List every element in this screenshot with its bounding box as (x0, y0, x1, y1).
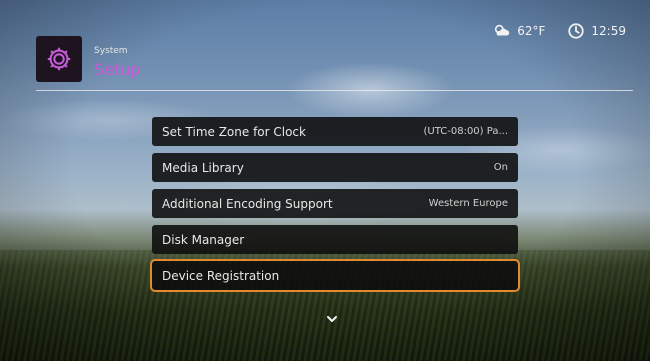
menu-item-value: Western Europe (428, 198, 508, 209)
clock-icon (568, 23, 585, 39)
menu-item-value: On (493, 162, 508, 173)
setup-menu: Set Time Zone for Clock (UTC-08:00) Pa..… (150, 117, 520, 297)
menu-item-label: Disk Manager (162, 232, 245, 247)
header-divider (36, 90, 633, 91)
temperature-text: 62°F (517, 24, 546, 38)
menu-item-label: Media Library (162, 160, 244, 175)
tv-setup-screen: System Setup 62°F 12:59 Set Time Zone fo… (0, 0, 650, 361)
gear-icon (36, 36, 82, 82)
menu-item-label: Device Registration (162, 268, 280, 283)
menu-item-media-library[interactable]: Media Library On (152, 153, 518, 182)
time-text: 12:59 (591, 24, 626, 38)
cloud-sun-icon (495, 24, 510, 36)
menu-item-value: (UTC-08:00) Pa... (423, 126, 508, 137)
menu-item-set-time-zone[interactable]: Set Time Zone for Clock (UTC-08:00) Pa..… (152, 117, 518, 146)
menu-item-device-registration[interactable]: Device Registration (150, 259, 520, 292)
menu-item-label: Set Time Zone for Clock (162, 124, 306, 139)
menu-item-disk-manager[interactable]: Disk Manager (152, 225, 518, 254)
menu-item-label: Additional Encoding Support (162, 196, 333, 211)
menu-item-additional-encoding[interactable]: Additional Encoding Support Western Euro… (152, 189, 518, 218)
page-title: Setup (94, 60, 141, 79)
section-label: System (94, 46, 128, 56)
status-bar: 62°F 12:59 (493, 22, 626, 40)
chevron-down-icon[interactable] (326, 314, 338, 324)
